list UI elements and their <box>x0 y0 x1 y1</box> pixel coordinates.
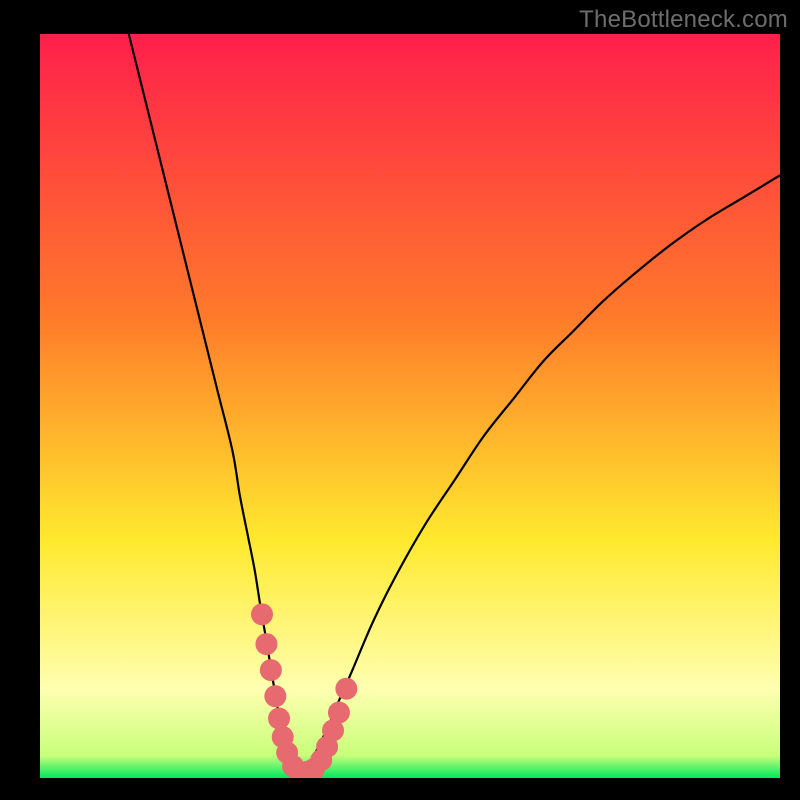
data-marker <box>268 707 290 729</box>
watermark-text: TheBottleneck.com <box>579 6 788 34</box>
data-marker <box>264 685 286 707</box>
data-marker <box>260 659 282 681</box>
bottleneck-curve-chart <box>40 34 780 778</box>
data-marker <box>251 603 273 625</box>
data-marker <box>328 702 350 724</box>
plot-area <box>40 34 780 778</box>
data-marker <box>335 678 357 700</box>
chart-frame: TheBottleneck.com <box>0 0 800 800</box>
gradient-background <box>40 34 780 778</box>
data-marker <box>255 633 277 655</box>
